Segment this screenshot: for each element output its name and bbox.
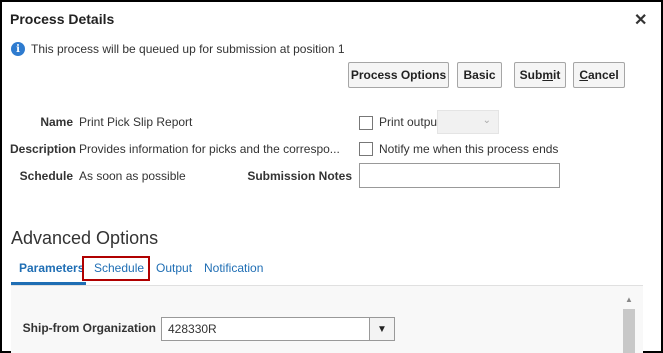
dialog-title: Process Details xyxy=(10,11,115,27)
close-icon[interactable]: ✕ xyxy=(634,10,647,30)
name-label: Name xyxy=(40,115,73,129)
cancel-label-key: C xyxy=(579,68,588,82)
chevron-down-icon: ⌄ xyxy=(482,115,491,126)
submit-label-key: m xyxy=(542,68,553,82)
cancel-label-post: ancel xyxy=(587,68,619,82)
basic-button[interactable]: Basic xyxy=(457,62,502,88)
name-value: Print Pick Slip Report xyxy=(79,115,193,129)
print-output-select: ⌄ xyxy=(437,110,499,134)
submit-label-pre: Sub xyxy=(519,68,543,82)
submission-notes-input[interactable] xyxy=(359,163,560,188)
cancel-button[interactable]: Cancel xyxy=(573,62,625,88)
submit-button[interactable]: Sub m it xyxy=(514,62,566,88)
ship-from-input[interactable]: 428330R xyxy=(161,317,370,341)
description-label: Description xyxy=(10,142,77,156)
schedule-value: As soon as possible xyxy=(79,169,186,183)
submit-label-post: it xyxy=(553,68,561,82)
process-options-button[interactable]: Process Options xyxy=(348,62,449,88)
info-message: i This process will be queued up for sub… xyxy=(11,42,345,56)
tab-parameters[interactable]: Parameters xyxy=(19,261,84,275)
scroll-thumb[interactable] xyxy=(623,309,635,353)
submission-notes-label: Submission Notes xyxy=(247,169,352,183)
notify-label: Notify me when this process ends xyxy=(379,142,559,156)
notify-checkbox[interactable] xyxy=(359,142,373,156)
scroll-up-icon[interactable]: ▲ xyxy=(625,295,633,304)
info-icon: i xyxy=(11,42,25,56)
dropdown-arrow-icon[interactable]: ▼ xyxy=(369,317,395,341)
description-value: Provides information for picks and the c… xyxy=(79,142,340,156)
tab-output[interactable]: Output xyxy=(156,261,192,275)
print-output-label: Print output xyxy=(379,115,441,129)
schedule-tab-highlight xyxy=(82,256,150,281)
tab-notification[interactable]: Notification xyxy=(204,261,263,275)
ship-from-label: Ship-from Organization xyxy=(22,321,156,335)
schedule-label: Schedule xyxy=(19,169,73,183)
advanced-options-title: Advanced Options xyxy=(11,228,159,248)
scrollbar[interactable]: ▲ xyxy=(620,295,638,353)
print-output-checkbox[interactable] xyxy=(359,116,373,130)
info-message-text: This process will be queued up for submi… xyxy=(31,42,345,56)
